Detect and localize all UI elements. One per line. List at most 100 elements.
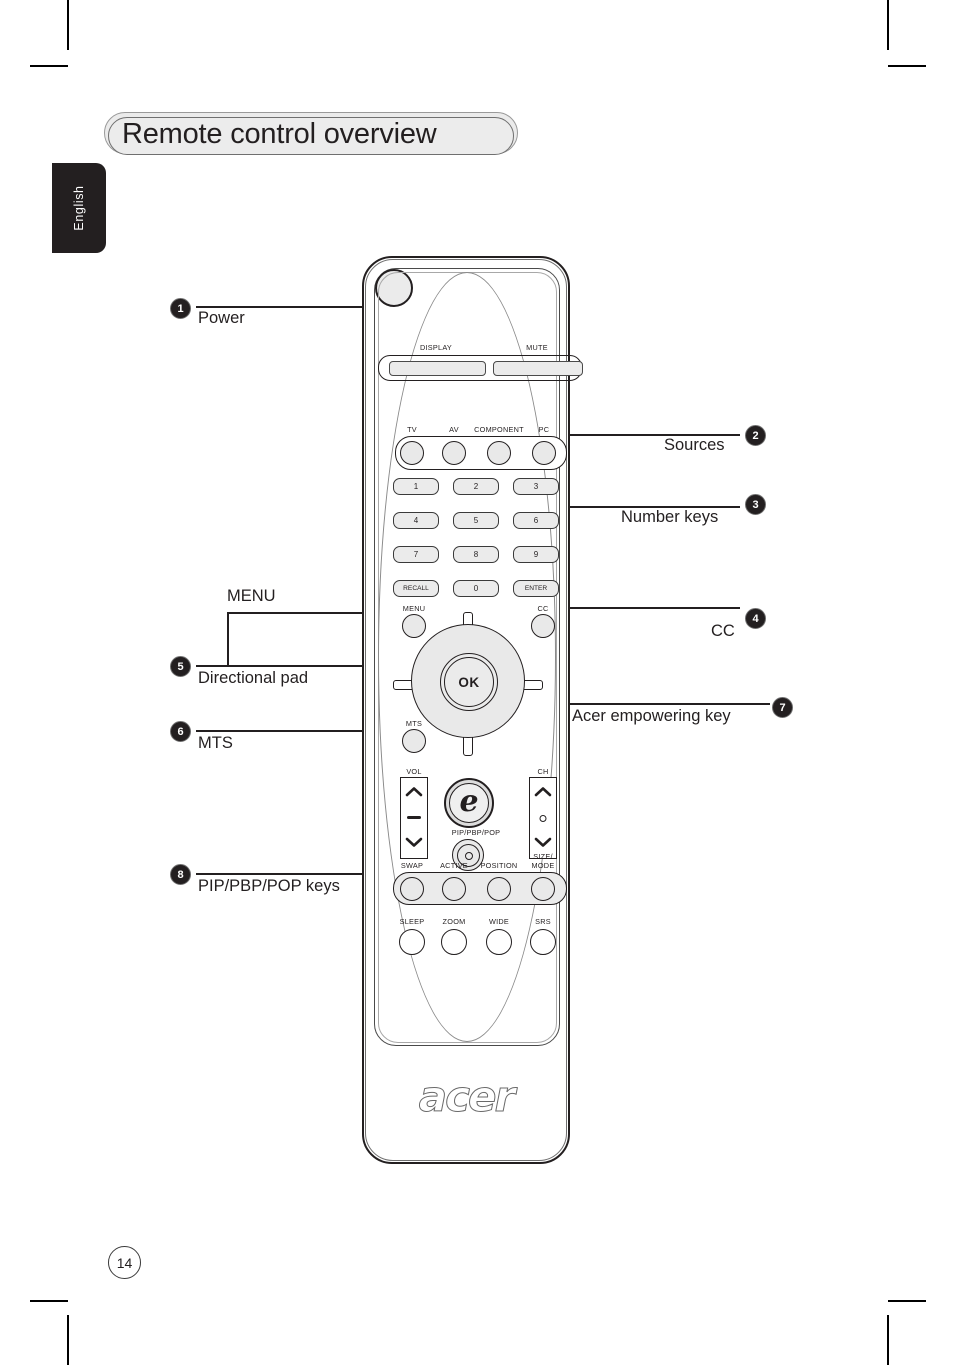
menu-callout-label: MENU [227,587,276,605]
leader-line-menu-vertical [227,612,229,666]
channel-rocker[interactable] [529,777,557,859]
pip-button-label: PIP/PBP/POP [451,828,501,837]
callout-number-1-text: 1 [177,302,184,315]
volume-down-icon[interactable] [405,836,423,848]
callout-number-6-text: 6 [177,725,184,738]
language-tab-label: English [72,185,86,231]
channel-down-icon[interactable] [534,836,552,848]
source-button-tv[interactable] [400,441,424,465]
vol-label: VOL [406,767,422,776]
callout-number-8: 8 [170,864,191,885]
cc-button[interactable] [531,614,555,638]
keypad-button-4[interactable]: 4 [393,512,439,529]
callout-label-power: Power [198,309,245,327]
callout-number-3: 3 [745,494,766,515]
zoom-button-label: ZOOM [442,917,466,926]
acer-logo: acer [418,1072,515,1122]
callout-number-2: 2 [745,425,766,446]
ok-button-inner: OK [444,657,494,707]
page-number: 14 [108,1246,141,1279]
position-button-label: POSITION [480,861,518,870]
source-label-tv: TV [407,425,417,434]
active-button-label: ACTIVE [440,861,468,870]
callout-label-mts: MTS [198,734,233,752]
srs-button[interactable] [530,929,556,955]
callout-label-empowering-key: Acer empowering key [572,707,731,725]
acer-e-icon: e [459,783,479,819]
crop-mark-top-left-v [67,0,69,50]
mute-button-label: MUTE [526,343,548,352]
crop-mark-top-right-h [888,65,926,67]
keypad-button-2[interactable]: 2 [453,478,499,495]
callout-number-4-text: 4 [752,612,759,625]
callout-number-8-text: 8 [177,868,184,881]
keypad-button-8[interactable]: 8 [453,546,499,563]
menu-button[interactable] [402,614,426,638]
crop-mark-bottom-right-h [888,1300,926,1302]
callout-number-5: 5 [170,656,191,677]
ok-button-label: OK [458,674,480,690]
sleep-button-label: SLEEP [399,917,425,926]
active-button[interactable] [442,877,466,901]
crop-mark-bottom-left-v [67,1315,69,1365]
display-button-label: DISPLAY [419,343,453,352]
keypad-button-0[interactable]: 0 [453,580,499,597]
callout-number-4: 4 [745,608,766,629]
callout-label-number-keys: Number keys [621,508,719,526]
swap-button-label: SWAP [400,861,424,870]
remote-control-illustration: DISPLAY MUTE TV AV COMPONENT PC 1 2 3 4 … [362,256,583,1164]
crop-mark-top-right-v [887,0,889,50]
volume-up-icon[interactable] [405,786,423,798]
srs-button-label: SRS [535,917,551,926]
keypad-button-9[interactable]: 9 [513,546,559,563]
sleep-button[interactable] [399,929,425,955]
wide-button[interactable] [486,929,512,955]
keypad-button-recall[interactable]: RECALL [393,580,439,597]
keypad-button-6[interactable]: 6 [513,512,559,529]
size-mode-button[interactable] [531,877,555,901]
page-title: Remote control overview [104,112,518,155]
source-button-av[interactable] [442,441,466,465]
crop-mark-bottom-left-h [30,1300,68,1302]
directional-pad[interactable]: OK [411,624,525,738]
channel-up-icon[interactable] [534,786,552,798]
source-button-component[interactable] [487,441,511,465]
volume-rocker[interactable] [400,777,428,859]
callout-number-1: 1 [170,298,191,319]
menu-button-label: MENU [402,604,426,613]
source-label-av: AV [449,425,459,434]
volume-middle-bar-icon [407,816,421,819]
callout-number-5-text: 5 [177,660,184,673]
acer-empowering-key-ring: e [449,783,489,823]
callout-label-pip-keys: PIP/PBP/POP keys [198,877,340,895]
remote-key-panel: DISPLAY MUTE TV AV COMPONENT PC 1 2 3 4 … [374,268,583,1046]
source-label-pc: PC [538,425,550,434]
keypad-button-7[interactable]: 7 [393,546,439,563]
keypad-button-5[interactable]: 5 [453,512,499,529]
cc-button-label: CC [537,604,549,613]
language-tab: English [52,163,106,253]
source-button-pc[interactable] [532,441,556,465]
mute-button[interactable] [493,361,583,376]
crop-mark-bottom-right-v [887,1315,889,1365]
display-button[interactable] [389,361,486,376]
callout-label-cc: CC [711,622,735,640]
ch-label: CH [537,767,549,776]
ok-button[interactable]: OK [440,653,498,711]
pip-button-dot-icon [465,852,473,860]
callout-number-2-text: 2 [752,429,759,442]
position-button[interactable] [487,877,511,901]
source-label-component: COMPONENT [474,425,524,434]
callout-label-directional-pad: Directional pad [198,669,309,687]
callout-number-6: 6 [170,721,191,742]
mts-button[interactable] [402,729,426,753]
crop-mark-top-left-h [30,65,68,67]
keypad-button-3[interactable]: 3 [513,478,559,495]
mts-button-label: MTS [405,719,423,728]
keypad-button-1[interactable]: 1 [393,478,439,495]
acer-empowering-key[interactable]: e [444,778,494,828]
swap-button[interactable] [400,877,424,901]
page-number-text: 14 [116,1254,133,1271]
zoom-button[interactable] [441,929,467,955]
keypad-button-enter[interactable]: ENTER [513,580,559,597]
